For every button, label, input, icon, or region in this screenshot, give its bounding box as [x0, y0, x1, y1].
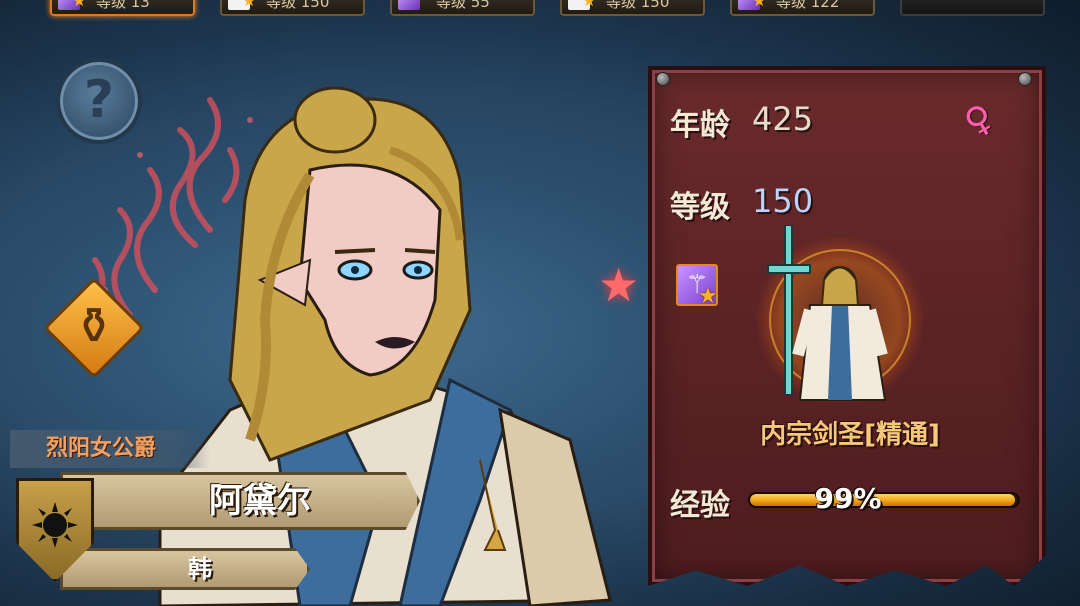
age-value: 425	[752, 100, 814, 138]
character-title: 烈阳女公爵	[10, 430, 210, 468]
character-family-plate: 韩	[60, 548, 310, 590]
exp-percent-text: 99%	[814, 482, 882, 515]
party-slot-2[interactable]: ★ 等级 150	[220, 0, 365, 16]
party-slot-bar: ★ 等级 13 ★ 等级 150 等级 55 ★ 等级 150 ★ 等级 122	[40, 0, 1045, 18]
star-icon: ★	[242, 0, 257, 10]
party-slot-label: 等级 55	[436, 0, 490, 11]
class-name-label: 内宗剑圣[精通]	[760, 420, 940, 450]
panel-rivet	[656, 72, 670, 86]
class-unit-figure	[755, 225, 925, 405]
party-slot-empty[interactable]	[900, 0, 1045, 16]
party-slot-1[interactable]: ★ 等级 13	[50, 0, 195, 16]
star-icon: ★	[582, 0, 597, 10]
star-icon: ★	[72, 0, 87, 10]
potion-glyph: ⚱	[73, 297, 115, 355]
level-value: 150	[752, 182, 814, 220]
star-icon: ★	[752, 0, 767, 10]
party-slot-4[interactable]: ★ 等级 150	[560, 0, 705, 16]
level-label: 等级	[670, 190, 730, 225]
black-sun-crest-icon	[32, 502, 78, 548]
party-slot-5[interactable]: ★ 等级 122	[730, 0, 875, 16]
star-icon: ★	[698, 284, 718, 309]
party-slot-label: 等级 150	[606, 0, 670, 11]
help-button[interactable]: ?	[56, 58, 142, 144]
party-slot-label: 等级 13	[96, 0, 150, 11]
character-name-plate[interactable]: 阿黛尔	[60, 472, 420, 530]
purple-card-icon	[398, 0, 420, 10]
age-label: 年龄	[670, 108, 730, 143]
party-slot-3[interactable]: 等级 55	[390, 0, 535, 16]
game-scene: ★ 等级 13 ★ 等级 150 等级 55 ★ 等级 150 ★ 等级 122	[0, 0, 1080, 606]
party-slot-label: 等级 150	[266, 0, 330, 11]
panel-rivet	[1018, 72, 1032, 86]
party-slot-label: 等级 122	[776, 0, 840, 11]
exp-label: 经验	[670, 488, 730, 523]
